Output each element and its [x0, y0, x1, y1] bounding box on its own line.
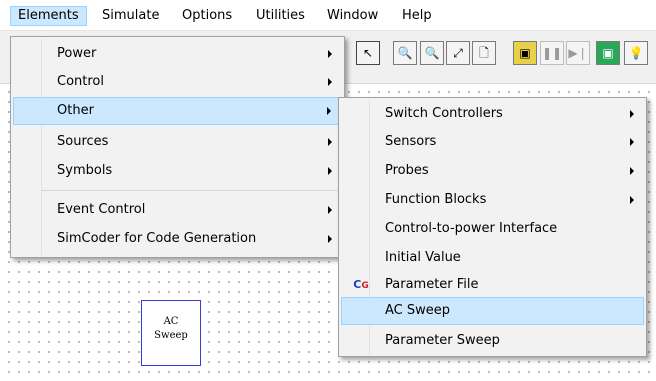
submenu-arrow-icon	[630, 138, 634, 146]
menu-item-event-control[interactable]: Event Control	[13, 196, 342, 224]
menu-item-sources[interactable]: Sources	[13, 128, 342, 156]
submenu-arrow-icon	[328, 167, 332, 175]
menu-item-label: Sensors	[385, 134, 437, 149]
menu-item-label: Initial Value	[385, 250, 461, 265]
block-label-line2: Sweep	[154, 330, 188, 341]
ac-sweep-block[interactable]: AC Sweep	[141, 300, 201, 366]
menu-item-switch-controllers[interactable]: Switch Controllers	[341, 100, 644, 128]
menu-separator	[41, 190, 342, 191]
submenu-arrow-icon	[630, 167, 634, 175]
pause-icon[interactable]: ❚❚	[540, 41, 564, 65]
menu-item-parameter-file[interactable]: CG Parameter File	[341, 271, 644, 299]
select-pointer-icon[interactable]: ↖	[356, 41, 380, 65]
block-label-line1: AC	[163, 316, 179, 327]
menu-item-label: Function Blocks	[385, 192, 487, 207]
menu-help[interactable]: Help	[395, 6, 439, 26]
run-simulation-icon[interactable]: ▣	[513, 41, 537, 65]
menu-item-power[interactable]: Power	[13, 40, 342, 68]
light-bulb-icon[interactable]: 💡	[624, 41, 648, 65]
zoom-out-icon[interactable]: 🔍	[420, 41, 444, 65]
submenu-arrow-icon	[328, 50, 332, 58]
menu-item-label: Control-to-power Interface	[385, 221, 558, 236]
menu-simulate[interactable]: Simulate	[95, 6, 166, 26]
step-icon[interactable]: ▶❘	[566, 41, 590, 65]
menu-item-label: Other	[57, 103, 94, 118]
submenu-arrow-icon	[327, 107, 331, 115]
menu-item-parameter-sweep[interactable]: Parameter Sweep	[341, 327, 644, 355]
parameter-file-icon: CG	[353, 278, 369, 291]
menu-item-label: SimCoder for Code Generation	[57, 231, 257, 246]
menu-item-function-blocks[interactable]: Function Blocks	[341, 186, 644, 214]
submenu-arrow-icon	[328, 235, 332, 243]
menu-item-label: Parameter File	[385, 277, 479, 292]
menu-item-label: Event Control	[57, 202, 146, 217]
fit-view-icon[interactable]: ⤢	[446, 41, 470, 65]
menu-item-label: Symbols	[57, 163, 113, 178]
menu-item-ac-sweep[interactable]: AC Sweep	[341, 297, 644, 325]
scope-icon[interactable]: ▣	[596, 41, 620, 65]
menu-item-label: AC Sweep	[385, 303, 451, 318]
menu-item-sensors[interactable]: Sensors	[341, 128, 644, 156]
menu-item-other[interactable]: Other	[13, 97, 342, 125]
menu-item-probes[interactable]: Probes	[341, 157, 644, 185]
page-icon[interactable]: 🗋	[472, 41, 496, 65]
menu-item-label: Probes	[385, 163, 429, 178]
menu-item-label: Power	[57, 46, 97, 61]
menu-item-control-to-power-interface[interactable]: Control-to-power Interface	[341, 215, 644, 243]
submenu-arrow-icon	[328, 78, 332, 86]
submenu-arrow-icon	[328, 138, 332, 146]
menu-item-label: Switch Controllers	[385, 106, 503, 121]
menu-options[interactable]: Options	[175, 6, 239, 26]
menu-window[interactable]: Window	[320, 6, 385, 26]
menu-elements[interactable]: Elements	[10, 6, 87, 26]
menu-item-control[interactable]: Control	[13, 68, 342, 96]
menu-bar: Elements Simulate Options Utilities Wind…	[0, 0, 656, 31]
menu-item-initial-value[interactable]: Initial Value	[341, 244, 644, 272]
menu-utilities[interactable]: Utilities	[249, 6, 312, 26]
submenu-arrow-icon	[630, 196, 634, 204]
menu-item-label: Control	[57, 74, 104, 89]
menu-item-symbols[interactable]: Symbols	[13, 157, 342, 185]
submenu-arrow-icon	[328, 206, 332, 214]
other-submenu: Switch Controllers Sensors Probes Functi…	[338, 97, 647, 357]
menu-item-simcoder[interactable]: SimCoder for Code Generation	[13, 225, 342, 253]
menu-item-label: Sources	[57, 134, 109, 149]
menu-item-label: Parameter Sweep	[385, 333, 500, 348]
elements-menu: Power Control Other Sources Symbols Even…	[10, 36, 345, 258]
submenu-arrow-icon	[630, 110, 634, 118]
zoom-in-icon[interactable]: 🔍	[393, 41, 417, 65]
